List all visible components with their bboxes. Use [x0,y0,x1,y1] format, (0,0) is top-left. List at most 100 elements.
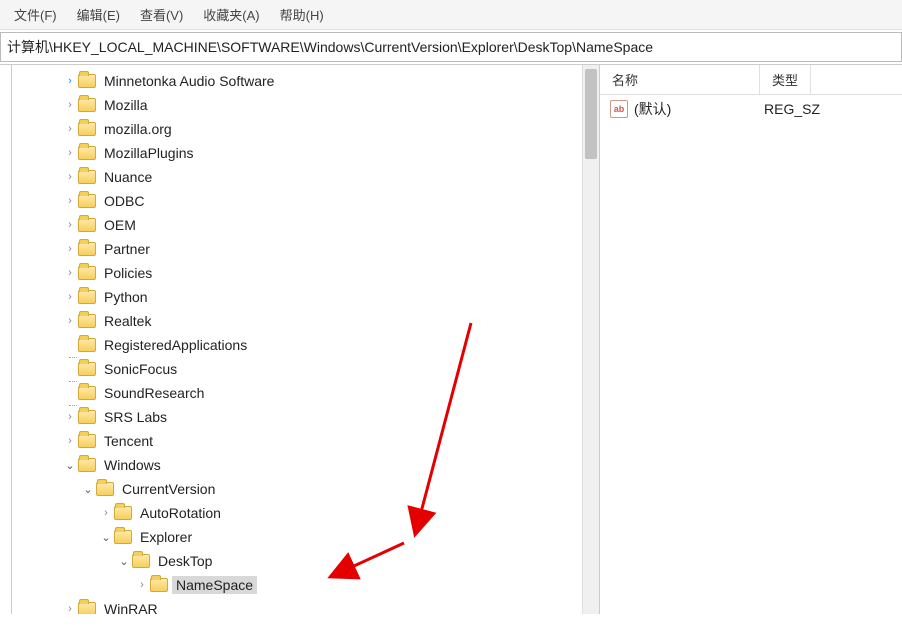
tree-node-label: RegisteredApplications [100,336,251,354]
tree-node-label: OEM [100,216,140,234]
tree-node-label: Explorer [136,528,196,546]
chevron-down-icon[interactable]: ⌄ [116,555,132,568]
tree-node-label: Minnetonka Audio Software [100,72,278,90]
folder-icon [78,434,96,448]
value-type: REG_SZ [764,101,820,117]
folder-icon [78,170,96,184]
tree-node-label: ODBC [100,192,148,210]
folder-icon [78,386,96,400]
value-name: (默认) [634,99,764,119]
chevron-right-icon[interactable]: › [62,75,78,87]
tree-node-label: MozillaPlugins [100,144,197,162]
tree-node-label: DeskTop [154,552,216,570]
tree-node[interactable]: ›Python [12,285,599,309]
left-gutter [0,65,12,614]
chevron-down-icon[interactable]: ⌄ [98,531,114,544]
tree-node[interactable]: ›Tencent [12,429,599,453]
folder-icon [78,218,96,232]
folder-icon [78,410,96,424]
scrollbar-thumb[interactable] [585,69,597,159]
tree-node-label: Policies [100,264,156,282]
tree-scrollbar[interactable] [582,65,599,614]
folder-icon [78,74,96,88]
column-header-type[interactable]: 类型 [760,65,811,94]
chevron-right-icon[interactable]: › [62,243,78,255]
tree-node[interactable]: › NameSpace [12,573,599,597]
address-bar[interactable]: 计算机\HKEY_LOCAL_MACHINE\SOFTWARE\Windows\… [0,32,902,62]
tree-node[interactable]: ⌄ DeskTop [12,549,599,573]
tree-node[interactable]: › OEM [12,213,599,237]
chevron-right-icon[interactable]: › [62,195,78,207]
tree-node[interactable]: SonicFocus [12,357,599,381]
folder-icon [78,338,96,352]
folder-icon [150,578,168,592]
chevron-down-icon[interactable]: ⌄ [80,483,96,496]
tree-node-label: AutoRotation [136,504,225,522]
tree-node[interactable]: › SRS Labs [12,405,599,429]
tree-node-label: CurrentVersion [118,480,219,498]
tree-node-label: SoundResearch [100,384,208,402]
tree-node[interactable]: › MozillaPlugins [12,141,599,165]
menu-edit[interactable]: 编辑(E) [67,2,130,27]
tree-node-label: Nuance [100,168,156,186]
tree-node-label: Windows [100,456,165,474]
tree-node[interactable]: › Minnetonka Audio Software [12,69,599,93]
folder-icon [78,290,96,304]
chevron-right-icon[interactable]: › [98,507,114,519]
folder-icon [78,242,96,256]
tree-node[interactable]: › Policies [12,261,599,285]
tree-node[interactable]: › Realtek [12,309,599,333]
folder-icon [78,314,96,328]
chevron-right-icon[interactable]: › [62,267,78,279]
chevron-right-icon[interactable]: › [62,315,78,327]
chevron-right-icon[interactable]: › [62,411,78,423]
chevron-right-icon[interactable]: › [62,219,78,231]
column-header-name[interactable]: 名称 [600,65,760,94]
chevron-right-icon[interactable]: › [62,147,78,159]
tree-node[interactable]: RegisteredApplications [12,333,599,357]
folder-icon [78,122,96,136]
menu-file[interactable]: 文件(F) [4,2,67,27]
folder-icon [78,458,96,472]
tree-scroll[interactable]: › Minnetonka Audio Software › Mozilla ›mozil… [12,65,599,614]
folder-icon [114,530,132,544]
menu-bar: 文件(F) 编辑(E) 查看(V) 收藏夹(A) 帮助(H) [0,0,902,30]
tree-node[interactable]: › AutoRotation [12,501,599,525]
folder-icon [132,554,150,568]
tree-node-label: SonicFocus [100,360,181,378]
chevron-right-icon[interactable]: › [134,579,150,591]
tree-node[interactable]: ⌄ CurrentVersion [12,477,599,501]
chevron-right-icon[interactable]: › [62,123,78,135]
registry-tree: › Minnetonka Audio Software › Mozilla ›mozil… [12,65,599,614]
tree-node-label: Mozilla [100,96,152,114]
folder-icon [78,266,96,280]
address-text: 计算机\HKEY_LOCAL_MACHINE\SOFTWARE\Windows\… [7,39,653,55]
chevron-right-icon[interactable]: › [62,435,78,447]
tree-node-label: Partner [100,240,154,258]
folder-icon [78,146,96,160]
tree-node[interactable]: ›mozilla.org [12,117,599,141]
folder-icon [78,362,96,376]
tree-node-label: WinRAR [100,600,162,614]
menu-favorites[interactable]: 收藏夹(A) [193,2,269,27]
tree-node[interactable]: › Nuance [12,165,599,189]
menu-view[interactable]: 查看(V) [130,2,193,27]
folder-icon [78,98,96,112]
tree-node[interactable]: ⌄ Windows [12,453,599,477]
tree-node-label: Realtek [100,312,155,330]
menu-help[interactable]: 帮助(H) [270,2,334,27]
chevron-right-icon[interactable]: › [62,99,78,111]
tree-node-label: NameSpace [172,576,257,594]
chevron-right-icon[interactable]: › [62,603,78,614]
chevron-right-icon[interactable]: › [62,291,78,303]
main-panel: › Minnetonka Audio Software › Mozilla ›mozil… [0,64,902,614]
tree-node[interactable]: › Partner [12,237,599,261]
chevron-down-icon[interactable]: ⌄ [62,459,78,472]
chevron-right-icon[interactable]: › [62,171,78,183]
tree-node[interactable]: › ODBC [12,189,599,213]
tree-node[interactable]: SoundResearch [12,381,599,405]
tree-node[interactable]: ⌄ Explorer [12,525,599,549]
value-row[interactable]: ab (默认) REG_SZ [600,95,902,123]
tree-node-label: SRS Labs [100,408,171,426]
tree-node[interactable]: › Mozilla [12,93,599,117]
